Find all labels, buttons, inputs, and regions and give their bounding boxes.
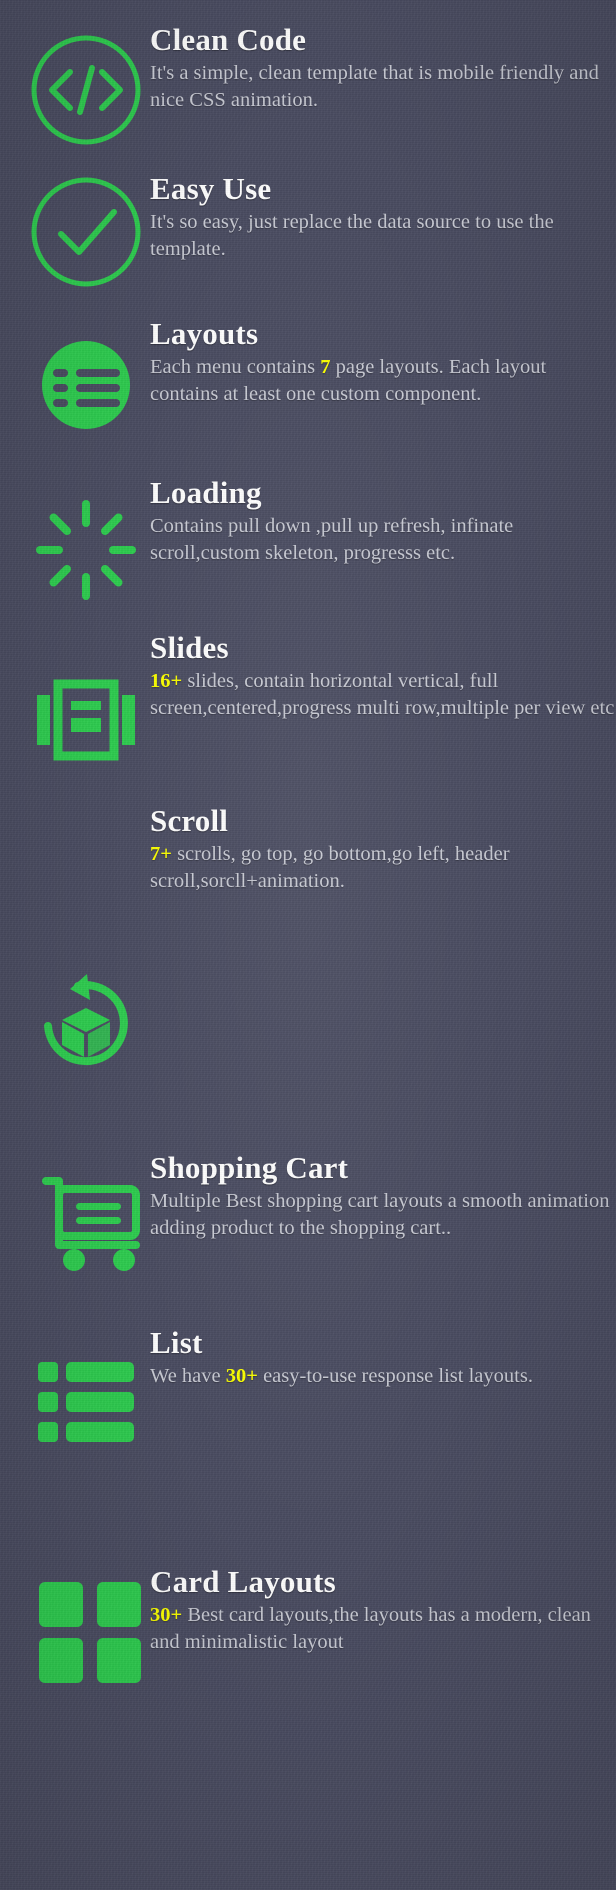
feature-text-block: Clean Code It's a simple, clean template… bbox=[150, 22, 616, 115]
feature-text-block: Easy Use It's so easy, just replace the … bbox=[150, 171, 616, 264]
desc-highlight: 7 bbox=[320, 355, 331, 378]
card-grid-icon bbox=[26, 1572, 146, 1692]
list-circle-icon bbox=[26, 325, 146, 445]
check-circle-icon bbox=[26, 172, 146, 292]
feature-title: List bbox=[150, 1325, 203, 1360]
code-icon bbox=[26, 30, 146, 150]
feature-description: Contains pull down ,pull up refresh, inf… bbox=[150, 513, 616, 568]
feature-description: 7+ scrolls, go top, go bottom,go left, h… bbox=[150, 841, 616, 896]
feature-title: Card Layouts bbox=[150, 1564, 336, 1599]
feature-description: 16+ slides, contain horizontal vertical,… bbox=[150, 668, 616, 723]
desc-pre: It's a simple, clean template that is mo… bbox=[150, 61, 599, 111]
feature-text-block: Slides 16+ slides, contain horizontal ve… bbox=[150, 630, 616, 723]
feature-text-block: Scroll 7+ scrolls, go top, go bottom,go … bbox=[150, 803, 616, 896]
desc-highlight: 30+ bbox=[225, 1364, 258, 1387]
feature-title: Clean Code bbox=[150, 22, 307, 57]
feature-description: 30+ Best card layouts,the layouts has a … bbox=[150, 1602, 616, 1657]
scroll-cube-icon bbox=[26, 958, 146, 1078]
shopping-cart-icon bbox=[26, 1163, 146, 1283]
feature-text-block: Loading Contains pull down ,pull up refr… bbox=[150, 475, 616, 568]
feature-title: Scroll bbox=[150, 803, 229, 838]
feature-text-block: Layouts Each menu contains 7 page layout… bbox=[150, 316, 616, 409]
desc-pre: We have bbox=[150, 1364, 226, 1387]
feature-text-block: Card Layouts 30+ Best card layouts,the l… bbox=[150, 1564, 616, 1657]
desc-highlight: 7+ bbox=[150, 842, 172, 865]
slides-icon bbox=[26, 660, 146, 780]
desc-pre: Each menu contains bbox=[150, 355, 321, 378]
feature-description: Multiple Best shopping cart layouts a sm… bbox=[150, 1188, 616, 1243]
desc-pre: Multiple Best shopping cart layouts a sm… bbox=[150, 1189, 610, 1239]
desc-pre: Contains pull down ,pull up refresh, inf… bbox=[150, 514, 514, 564]
desc-post: scrolls, go top, go bottom,go left, head… bbox=[150, 842, 510, 892]
spinner-icon bbox=[26, 490, 146, 610]
desc-post: slides, contain horizontal vertical, ful… bbox=[150, 669, 615, 719]
feature-title: Slides bbox=[150, 630, 229, 665]
feature-title: Loading bbox=[150, 475, 262, 510]
feature-description: Each menu contains 7 page layouts. Each … bbox=[150, 354, 616, 409]
desc-post: easy-to-use response list layouts. bbox=[257, 1364, 533, 1387]
list-bars-icon bbox=[26, 1340, 146, 1460]
feature-text-block: List We have 30+ easy-to-use response li… bbox=[150, 1325, 616, 1390]
desc-post: Best card layouts,the layouts has a mode… bbox=[150, 1603, 591, 1653]
feature-description: We have 30+ easy-to-use response list la… bbox=[150, 1363, 616, 1390]
feature-description: It's so easy, just replace the data sour… bbox=[150, 209, 616, 264]
feature-text-block: Shopping Cart Multiple Best shopping car… bbox=[150, 1150, 616, 1243]
feature-title: Layouts bbox=[150, 316, 259, 351]
feature-title: Easy Use bbox=[150, 171, 272, 206]
desc-pre: It's so easy, just replace the data sour… bbox=[150, 210, 554, 260]
feature-title: Shopping Cart bbox=[150, 1150, 349, 1185]
desc-highlight: 30+ bbox=[150, 1603, 183, 1626]
desc-highlight: 16+ bbox=[150, 669, 183, 692]
feature-description: It's a simple, clean template that is mo… bbox=[150, 60, 616, 115]
